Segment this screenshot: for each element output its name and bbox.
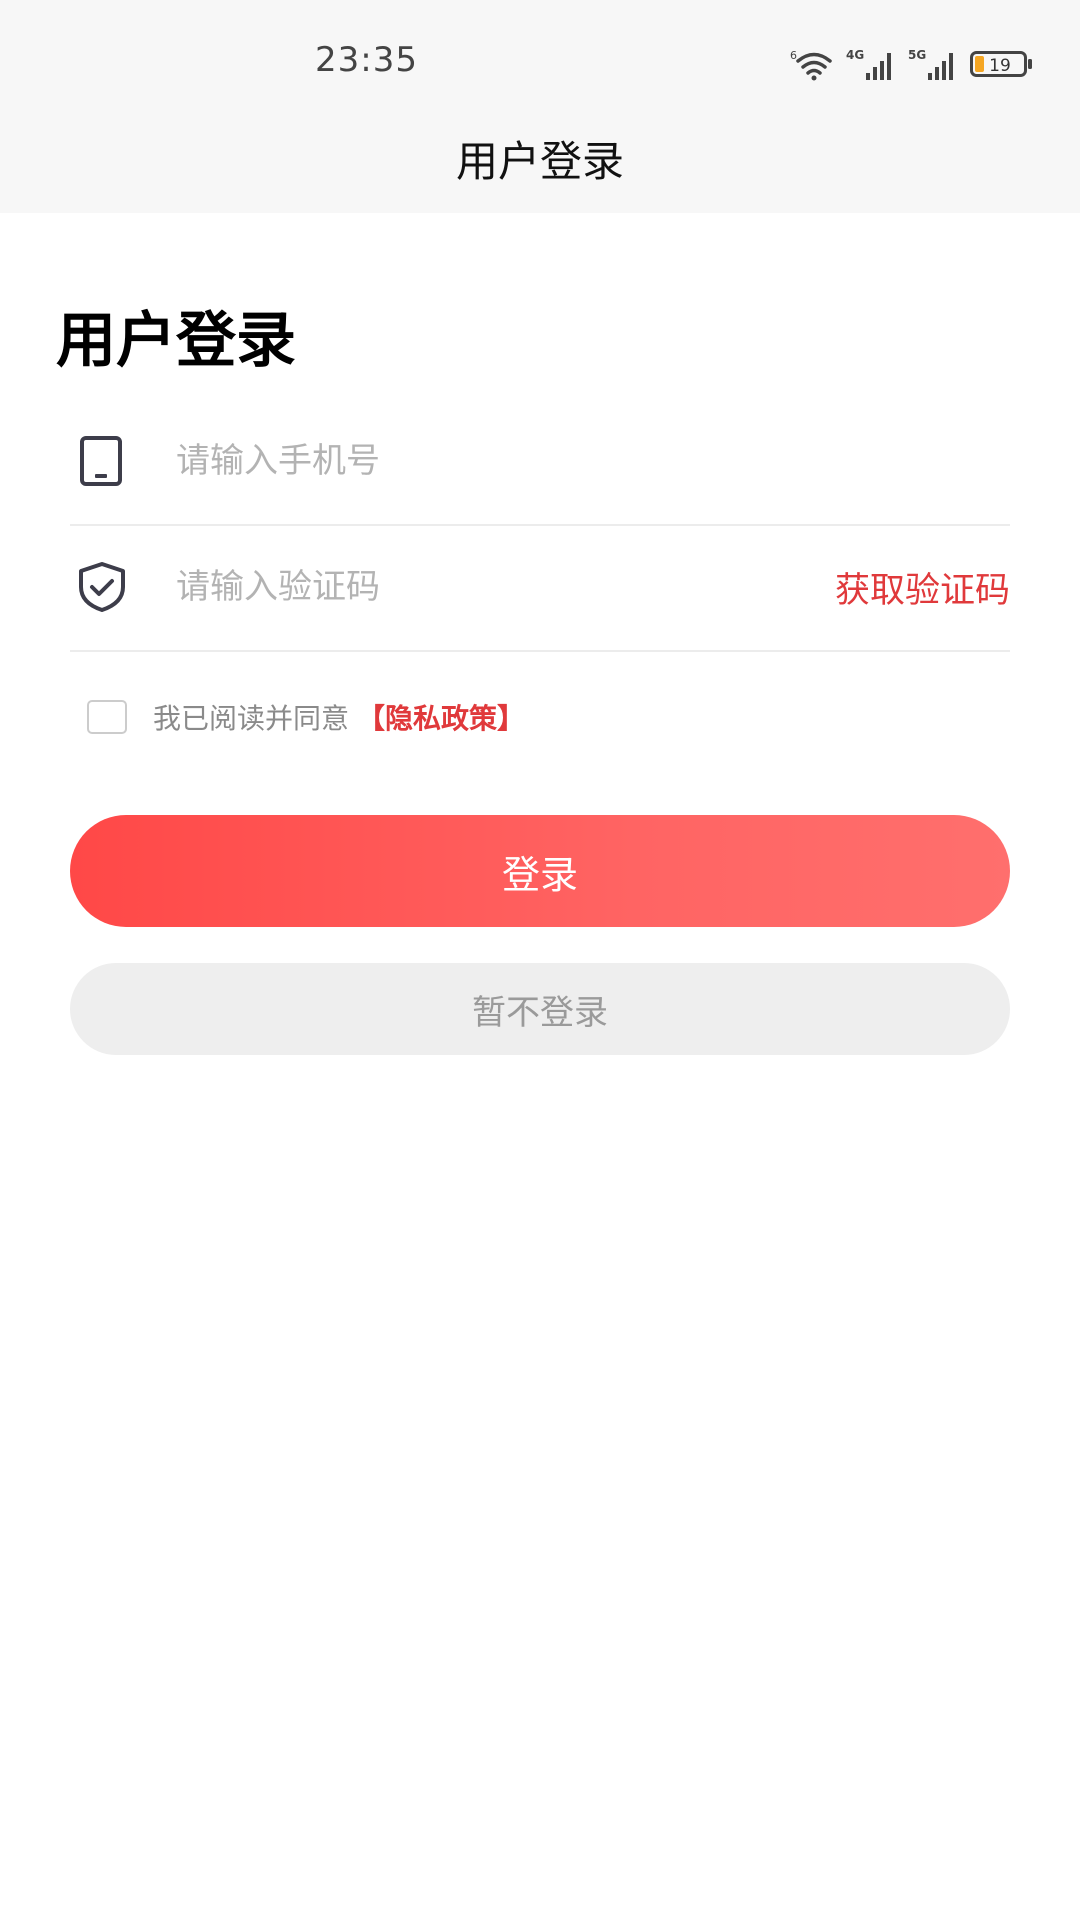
skip-login-button[interactable]: 暂不登录 xyxy=(70,963,1010,1055)
wifi-label: 6 xyxy=(790,49,797,62)
agreement-checkbox[interactable] xyxy=(87,700,127,734)
status-time: 23:35 xyxy=(315,40,418,80)
battery-icon: 19 xyxy=(970,51,1032,77)
status-icons: 6 4G 5G 19 xyxy=(790,44,1034,84)
top-bar: 23:35 6 4G 5G 19 用户登录 xyxy=(0,0,1080,213)
agreement-text: 我已阅读并同意 xyxy=(153,702,350,735)
signal-4g-icon: 4G xyxy=(846,48,891,80)
code-field-row: 获取验证码 xyxy=(70,524,1010,652)
get-code-button[interactable]: 获取验证码 xyxy=(835,562,1010,613)
code-input[interactable] xyxy=(176,567,835,607)
privacy-policy-link[interactable]: 【隐私政策】 xyxy=(357,697,525,737)
nav-title: 用户登录 xyxy=(455,137,624,186)
shield-check-icon xyxy=(72,557,132,617)
signal-5g-icon: 5G xyxy=(908,48,953,80)
wifi-icon: 6 xyxy=(790,49,832,81)
phone-input[interactable] xyxy=(176,441,1010,481)
page-heading: 用户登录 xyxy=(56,306,296,376)
signal-4g-label: 4G xyxy=(846,48,864,62)
login-button[interactable]: 登录 xyxy=(70,815,1010,927)
phone-icon xyxy=(72,431,132,491)
agreement-row: 我已阅读并同意 【隐私政策】 xyxy=(87,698,525,736)
battery-level: 19 xyxy=(989,56,1011,76)
signal-5g-label: 5G xyxy=(908,48,926,62)
phone-field-row xyxy=(70,398,1010,526)
